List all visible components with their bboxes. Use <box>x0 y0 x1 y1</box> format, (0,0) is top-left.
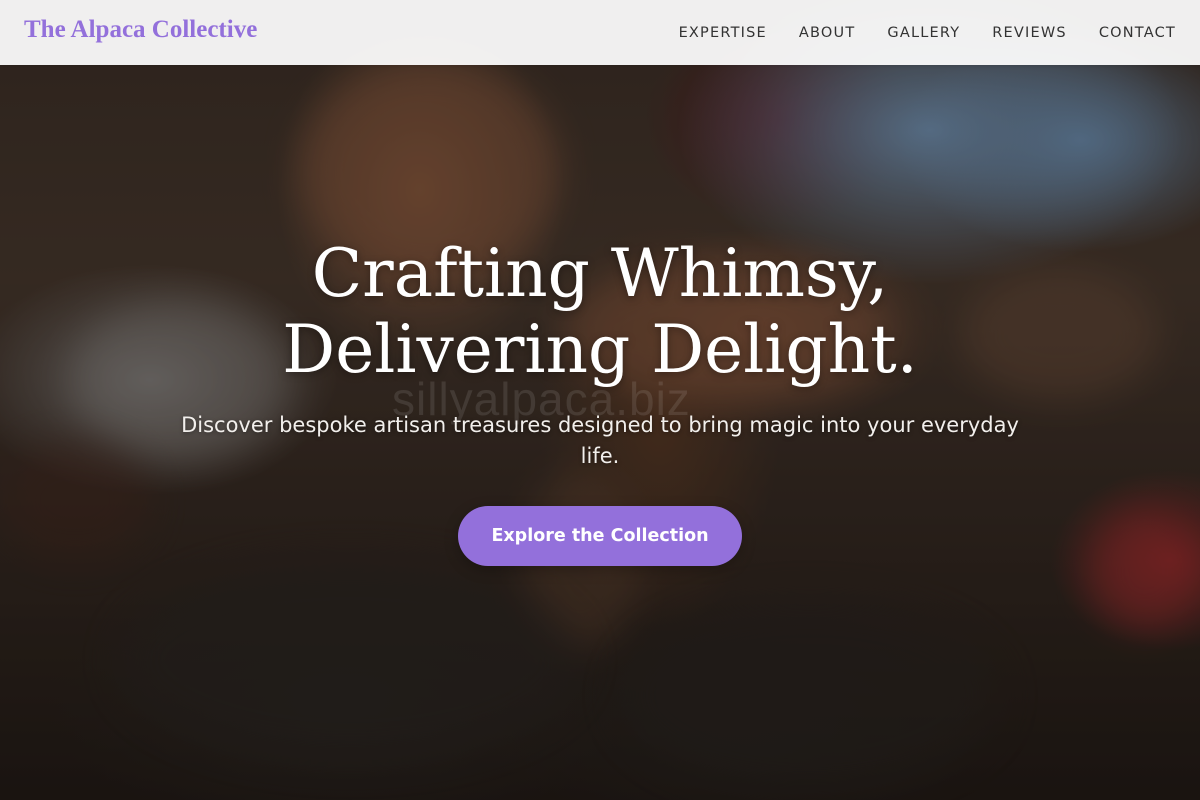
nav-link-gallery[interactable]: GALLERY <box>887 25 960 41</box>
hero-headline: Crafting Whimsy, Delivering Delight. <box>0 236 1200 388</box>
main-nav: EXPERTISE ABOUT GALLERY REVIEWS CONTACT <box>647 0 1176 65</box>
site-header: The Alpaca Collective EXPERTISE ABOUT GA… <box>0 0 1200 65</box>
hero-subtext: Discover bespoke artisan treasures desig… <box>181 413 1019 468</box>
nav-link-expertise[interactable]: EXPERTISE <box>679 25 767 41</box>
nav-link-reviews[interactable]: REVIEWS <box>992 25 1067 41</box>
landing-page: sillyalpaca.biz The Alpaca Collective EX… <box>0 0 1200 800</box>
explore-collection-button[interactable]: Explore the Collection <box>458 506 742 566</box>
hero-headline-line-2: Delivering Delight. <box>282 311 918 388</box>
brand-logo[interactable]: The Alpaca Collective <box>24 16 257 44</box>
hero-section: Crafting Whimsy, Delivering Delight. Dis… <box>0 236 1200 566</box>
nav-link-about[interactable]: ABOUT <box>799 25 856 41</box>
nav-link-contact[interactable]: CONTACT <box>1099 25 1176 41</box>
hero-headline-line-1: Crafting Whimsy, <box>311 235 889 312</box>
